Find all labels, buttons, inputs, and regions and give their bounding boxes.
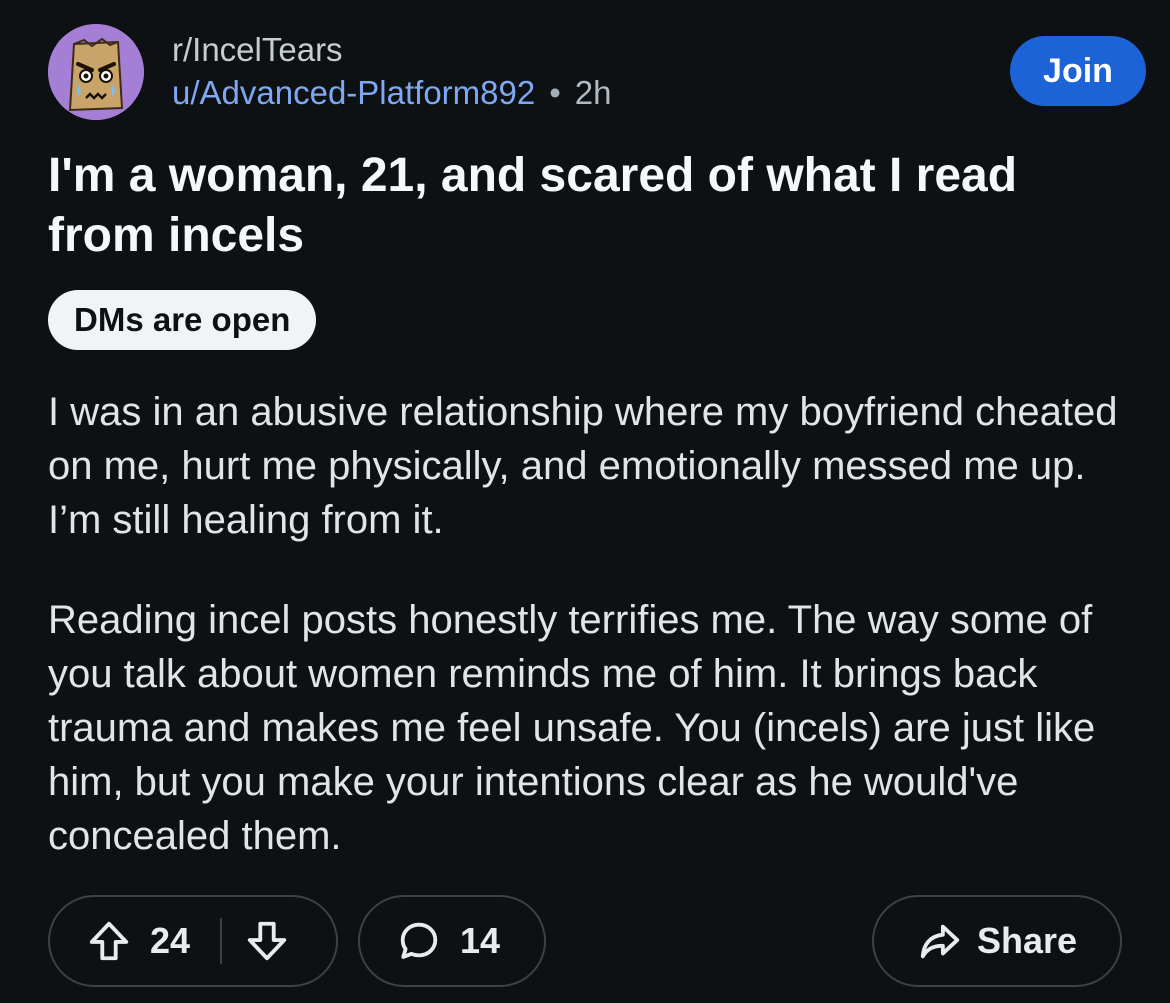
body-paragraph: Reading incel posts honestly terrifies m… <box>48 598 1096 858</box>
separator-dot: • <box>549 74 561 111</box>
paper-bag-face-icon <box>48 24 144 120</box>
body-paragraph: I was in an abusive relationship where m… <box>48 390 1118 542</box>
downvote-button[interactable] <box>244 918 290 964</box>
post-meta: r/IncelTears u/Advanced-Platform892 • 2h <box>172 30 612 114</box>
post-body: I was in an abusive relationship where m… <box>48 385 1128 909</box>
author-username[interactable]: u/Advanced-Platform892 <box>172 74 535 111</box>
post-title: I'm a woman, 21, and scared of what I re… <box>48 149 1018 262</box>
share-button[interactable]: Share <box>872 895 1122 987</box>
byline: u/Advanced-Platform892 • 2h <box>172 72 612 114</box>
comment-icon-wrap <box>396 918 442 964</box>
join-button[interactable]: Join <box>1010 36 1146 106</box>
share-icon <box>920 924 960 959</box>
arrow-up-icon <box>89 921 129 961</box>
share-label: Share <box>976 920 1078 961</box>
upvote-button[interactable] <box>86 918 132 964</box>
vote-divider <box>220 918 223 964</box>
subreddit-name[interactable]: r/IncelTears <box>172 30 612 70</box>
post-age: 2h <box>574 74 612 111</box>
comments-button[interactable]: 14 <box>358 895 546 987</box>
comment-icon <box>400 922 438 959</box>
post-header: r/IncelTears u/Advanced-Platform892 • 2h J… <box>48 24 1148 124</box>
post-flair[interactable]: DMs are open <box>48 290 317 350</box>
action-bar: 24 14 Share <box>48 895 1122 991</box>
arrow-down-icon <box>247 921 287 961</box>
upvote-count: 24 <box>150 920 191 961</box>
vote-pill: 24 <box>48 895 338 987</box>
subreddit-avatar[interactable] <box>48 24 144 120</box>
comment-count: 14 <box>460 920 501 961</box>
